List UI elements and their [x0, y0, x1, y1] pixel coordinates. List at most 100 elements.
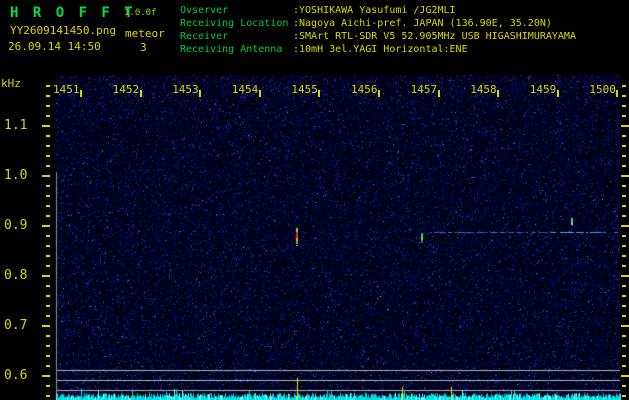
freq-major-tick-left: [42, 125, 50, 127]
time-tick-label: 1455: [291, 83, 318, 96]
info-row-receiver: Receiver :SMArt RTL-SDR V5 52.905MHz USB…: [180, 31, 576, 42]
info-value: :SMArt RTL-SDR V5 52.905MHz USB HIGASHIM…: [293, 31, 576, 42]
freq-major-tick-right: [621, 325, 629, 327]
freq-minor-tick-right: [622, 215, 626, 217]
time-tick-mark: [80, 90, 82, 97]
freq-minor-tick-left: [46, 215, 50, 217]
time-tick-label: 1452: [112, 83, 140, 96]
info-label: Receiver: [180, 31, 229, 42]
app-version: 1.0.0f: [124, 8, 157, 18]
freq-minor-tick-left: [46, 285, 50, 287]
freq-minor-tick-right: [622, 265, 626, 267]
freq-minor-tick-right: [622, 95, 626, 97]
freq-minor-tick-right: [622, 145, 626, 147]
freq-minor-tick-right: [622, 355, 626, 357]
freq-minor-tick-left: [46, 185, 50, 187]
freq-minor-tick-right: [622, 315, 626, 317]
datetime-label: 26.09.14 14:50: [8, 40, 101, 53]
freq-minor-tick-left: [46, 195, 50, 197]
info-label: Receiving Location: [180, 18, 289, 29]
info-value: :Nagoya Aichi-pref. JAPAN (136.90E, 35.2…: [293, 18, 552, 29]
freq-major-tick-right: [621, 375, 629, 377]
freq-major-tick-right: [621, 125, 629, 127]
freq-minor-tick-right: [622, 85, 626, 87]
info-value: :10mH 3el.YAGI Horizontal:ENE: [293, 44, 468, 55]
freq-major-tick-right: [621, 275, 629, 277]
freq-minor-tick-right: [622, 155, 626, 157]
spectrogram-canvas: [0, 0, 629, 400]
freq-minor-tick-right: [622, 255, 626, 257]
freq-minor-tick-right: [622, 235, 626, 237]
freq-minor-tick-left: [46, 95, 50, 97]
freq-minor-tick-left: [46, 145, 50, 147]
freq-minor-tick-left: [46, 155, 50, 157]
time-tick-mark: [139, 90, 142, 97]
freq-minor-tick-left: [46, 245, 50, 247]
freq-major-tick-right: [621, 225, 629, 227]
freq-minor-tick-left: [46, 395, 50, 397]
time-tick-mark: [199, 90, 202, 97]
freq-tick-label: 0.9: [4, 218, 28, 233]
freq-tick-label: 0.8: [4, 268, 28, 283]
freq-minor-tick-right: [622, 395, 626, 397]
freq-minor-tick-left: [46, 355, 50, 357]
freq-minor-tick-left: [46, 295, 50, 297]
info-row-antenna: Receiving Antenna :10mH 3el.YAGI Horizon…: [180, 44, 468, 55]
freq-minor-tick-right: [622, 205, 626, 207]
freq-minor-tick-left: [46, 205, 50, 207]
freq-tick-label: 0.7: [4, 318, 28, 333]
freq-minor-tick-right: [622, 305, 626, 307]
freq-minor-tick-left: [46, 315, 50, 317]
output-filename: YY2609141450.png: [10, 24, 116, 37]
time-tick-label: 1458: [470, 83, 497, 96]
freq-minor-tick-right: [622, 185, 626, 187]
freq-minor-tick-right: [622, 365, 626, 367]
freq-minor-tick-left: [46, 255, 50, 257]
freq-tick-label: 1.1: [4, 118, 28, 133]
info-value: :YOSHIKAWA Yasufumi /JG2MLI: [293, 5, 456, 16]
freq-minor-tick-left: [46, 135, 50, 137]
freq-minor-tick-right: [622, 165, 626, 167]
freq-minor-tick-left: [46, 235, 50, 237]
freq-minor-tick-right: [622, 135, 626, 137]
freq-major-tick-left: [42, 375, 50, 377]
freq-minor-tick-right: [622, 335, 626, 337]
freq-minor-tick-right: [622, 115, 626, 117]
hrofft-window: H R O F F T 1.0.0f YY2609141450.png mete…: [0, 0, 629, 400]
freq-major-tick-right: [621, 175, 629, 177]
time-tick-label: 1457: [410, 83, 438, 96]
mode-label: meteor: [125, 27, 165, 40]
time-tick-label: 1459: [529, 83, 557, 96]
freq-tick-label: 1.0: [4, 168, 28, 183]
time-tick-mark: [318, 90, 321, 97]
freq-minor-tick-right: [622, 345, 626, 347]
freq-minor-tick-left: [46, 365, 50, 367]
freq-major-tick-left: [42, 275, 50, 277]
app-title: H R O F F T: [10, 5, 136, 21]
info-label: Receiving Antenna: [180, 44, 283, 55]
time-tick-label: 1500: [589, 83, 616, 96]
time-tick-label: 1454: [231, 83, 259, 96]
freq-minor-tick-right: [622, 295, 626, 297]
freq-major-tick-left: [42, 325, 50, 327]
freq-minor-tick-right: [622, 385, 626, 387]
freq-minor-tick-left: [46, 335, 50, 337]
freq-minor-tick-left: [46, 85, 50, 87]
info-row-location: Receiving Location :Nagoya Aichi-pref. J…: [180, 18, 552, 29]
freq-minor-tick-left: [46, 105, 50, 107]
freq-tick-label: 0.6: [4, 368, 28, 383]
time-tick-mark: [258, 90, 261, 97]
freq-minor-tick-right: [622, 195, 626, 197]
freq-minor-tick-left: [46, 385, 50, 387]
freq-major-tick-left: [42, 175, 50, 177]
time-tick-mark: [497, 90, 500, 97]
info-label: Ovserver: [180, 5, 229, 16]
time-tick-mark: [437, 90, 440, 97]
freq-minor-tick-left: [46, 115, 50, 117]
freq-axis-unit: kHz: [1, 77, 21, 90]
freq-major-tick-left: [42, 225, 50, 227]
time-tick-label: 1451: [53, 83, 80, 96]
freq-minor-tick-left: [46, 165, 50, 167]
freq-minor-tick-right: [622, 245, 626, 247]
freq-minor-tick-left: [46, 305, 50, 307]
